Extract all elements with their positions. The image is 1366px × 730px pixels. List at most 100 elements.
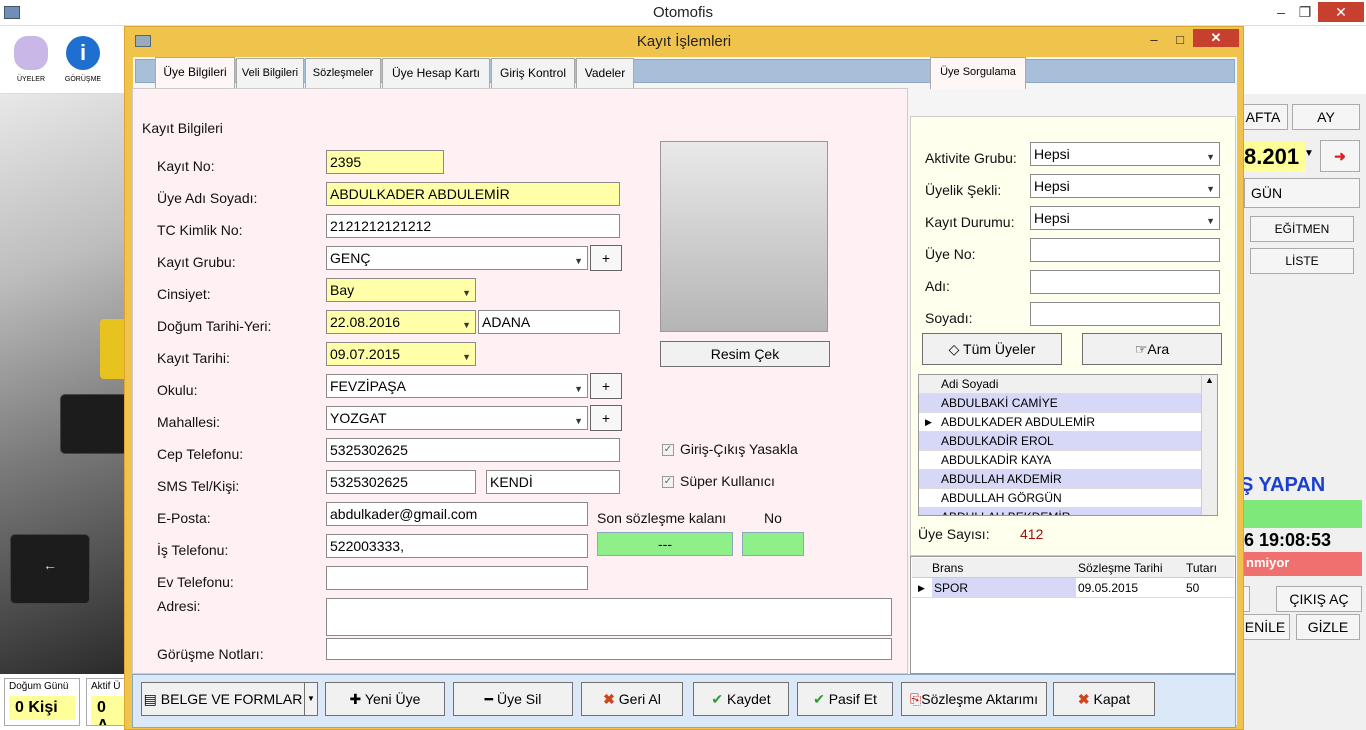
add-mahalle-button[interactable]: + bbox=[590, 405, 622, 431]
cinsiyet-label: Cinsiyet: bbox=[157, 286, 211, 302]
cep-field[interactable]: 5325302625 bbox=[326, 438, 620, 462]
list-item[interactable]: ABDULBAKİ CAMİYE bbox=[919, 394, 1217, 413]
date-dropdown-icon[interactable]: ▼ bbox=[1304, 148, 1314, 159]
tab-uye-hesap-karti[interactable]: Üye Hesap Kartı bbox=[382, 58, 490, 88]
dogum-tarihi-select[interactable]: 22.08.2016 bbox=[326, 310, 476, 334]
no-label: No bbox=[764, 510, 782, 526]
app-titlebar: Otomofis – ❐ ✕ bbox=[0, 0, 1366, 26]
cikis-ac-button[interactable]: ÇIKIŞ AÇ bbox=[1276, 586, 1362, 612]
next-arrow-button[interactable]: ➜ bbox=[1320, 140, 1360, 172]
pasif-et-button[interactable]: ✔ Pasif Et bbox=[797, 682, 893, 716]
ara-button[interactable]: ☞Ara bbox=[1082, 333, 1222, 365]
tum-uyeler-label: Tüm Üyeler bbox=[963, 341, 1036, 357]
kapat-button[interactable]: ✖ Kapat bbox=[1053, 682, 1155, 716]
aktivite-label: Aktivite Grubu: bbox=[925, 150, 1017, 166]
restore-icon[interactable]: ❐ bbox=[1292, 2, 1318, 22]
gorusme-button[interactable]: i GÖRÜŞME bbox=[58, 32, 108, 92]
uye-sil-label: Üye Sil bbox=[496, 691, 542, 707]
adi-field[interactable] bbox=[1030, 270, 1220, 294]
kayit-grubu-select[interactable]: GENÇ bbox=[326, 246, 588, 270]
eposta-field[interactable]: abdulkader@gmail.com bbox=[326, 502, 588, 526]
yeni-uye-button[interactable]: ✚ Yeni Üye bbox=[325, 682, 445, 716]
giris-cikis-checkbox[interactable]: ✓ bbox=[662, 444, 674, 456]
uye-sil-button[interactable]: ━ Üye Sil bbox=[453, 682, 573, 716]
tum-uyeler-button[interactable]: ◇ Tüm Üyeler bbox=[922, 333, 1062, 365]
kayit-tarihi-select[interactable]: 09.07.2015 bbox=[326, 342, 476, 366]
add-grup-button[interactable]: + bbox=[590, 245, 622, 271]
yenile-button[interactable]: ENİLE bbox=[1240, 614, 1290, 640]
uyeler-button[interactable]: ÜYELER bbox=[6, 32, 56, 92]
list-item[interactable]: ABDULKADİR KAYA bbox=[919, 451, 1217, 470]
uye-no-field[interactable] bbox=[1030, 238, 1220, 262]
minimize-icon[interactable]: – bbox=[1268, 2, 1294, 22]
tab-vadeler[interactable]: Vadeler bbox=[576, 58, 634, 88]
tab-giris-kontrol[interactable]: Giriş Kontrol bbox=[491, 58, 575, 88]
pasif-et-label: Pasif Et bbox=[828, 691, 877, 707]
mahalle-select[interactable]: YOZGAT bbox=[326, 406, 588, 430]
kayit-durumu-select[interactable]: Hepsi bbox=[1030, 206, 1220, 230]
list-item[interactable]: ABDULLAH BEKDEMİR bbox=[919, 508, 1217, 515]
tab-sozlesmeler[interactable]: Sözleşmeler bbox=[305, 58, 381, 88]
dogum-gunu-value: 0 Kişi bbox=[9, 696, 75, 720]
belge-formlar-button[interactable]: ▤ BELGE VE FORMLAR bbox=[141, 682, 305, 716]
dialog-maximize-icon[interactable]: □ bbox=[1167, 31, 1193, 49]
add-okul-button[interactable]: + bbox=[590, 373, 622, 399]
geri-al-button[interactable]: ✖ Geri Al bbox=[581, 682, 683, 716]
list-item-selected[interactable]: ▶ ABDULKADER ABDULEMİR bbox=[919, 413, 1217, 432]
grid-scrollbar[interactable]: ▲ bbox=[1201, 375, 1217, 515]
background-photo: ← bbox=[0, 94, 130, 674]
aktivite-select[interactable]: Hepsi bbox=[1030, 142, 1220, 166]
gun-button[interactable]: GÜN bbox=[1244, 178, 1360, 208]
okulu-select[interactable]: FEVZİPAŞA bbox=[326, 374, 588, 398]
soyadi-field[interactable] bbox=[1030, 302, 1220, 326]
list-item[interactable]: ABDULLAH AKDEMİR bbox=[919, 470, 1217, 489]
dogum-gunu-label: Doğum Günü bbox=[9, 681, 69, 692]
clock-display: 6 19:08:53 bbox=[1244, 530, 1332, 550]
list-item-label: ABDULKADER ABDULEMİR bbox=[941, 415, 1096, 429]
uye-sayisi-value: 412 bbox=[1020, 526, 1044, 542]
adres-label: Adresi: bbox=[157, 598, 201, 614]
super-kullanici-checkbox[interactable]: ✓ bbox=[662, 476, 674, 488]
hafta-button[interactable]: AFTA bbox=[1238, 104, 1288, 130]
info-icon: i bbox=[66, 36, 100, 70]
tab-uye-bilgileri[interactable]: Üye Bilgileri bbox=[155, 57, 235, 89]
dogum-yeri-field[interactable]: ADANA bbox=[478, 310, 620, 334]
resim-cek-button[interactable]: Resim Çek bbox=[660, 341, 830, 367]
sozlesme-aktarimi-button[interactable]: ⎘Sözleşme Aktarımı bbox=[901, 682, 1047, 716]
liste-button[interactable]: LİSTE bbox=[1250, 248, 1354, 274]
document-icon: ▤ bbox=[143, 691, 157, 707]
gorusme-notlari-field[interactable] bbox=[326, 638, 892, 660]
kayit-tarihi-label: Kayıt Tarihi: bbox=[157, 350, 230, 366]
kaydet-label: Kaydet bbox=[727, 691, 771, 707]
egitmen-button[interactable]: EĞİTMEN bbox=[1250, 216, 1354, 242]
ev-telefonu-field[interactable] bbox=[326, 566, 588, 590]
sms-kisi-field[interactable]: KENDİ bbox=[486, 470, 620, 494]
tab-uye-sorgulama[interactable]: Üye Sorgulama bbox=[930, 57, 1026, 89]
uye-list-grid: Adi Soyadi ABDULBAKİ CAMİYE ▶ ABDULKADER … bbox=[918, 374, 1218, 516]
tc-field[interactable]: 2121212121212 bbox=[326, 214, 620, 238]
is-telefonu-field[interactable]: 522003333, bbox=[326, 534, 588, 558]
uyelik-select[interactable]: Hepsi bbox=[1030, 174, 1220, 198]
adres-field[interactable] bbox=[326, 598, 892, 636]
list-item[interactable]: ABDULKADİR EROL bbox=[919, 432, 1217, 451]
kaydet-button[interactable]: ✔ Kaydet bbox=[693, 682, 789, 716]
cinsiyet-select[interactable]: Bay bbox=[326, 278, 476, 302]
sms-field[interactable]: 5325302625 bbox=[326, 470, 476, 494]
dialog-minimize-icon[interactable]: – bbox=[1141, 31, 1167, 49]
gizle-button[interactable]: GİZLE bbox=[1296, 614, 1360, 640]
kayit-no-field[interactable]: 2395 bbox=[326, 150, 444, 174]
mahalle-label: Mahallesi: bbox=[157, 414, 221, 430]
belge-label: BELGE VE FORMLAR bbox=[160, 691, 303, 707]
col-tutari: Tutarı bbox=[1186, 561, 1217, 575]
grid-header: Adi Soyadi bbox=[919, 375, 1217, 394]
ay-button[interactable]: AY bbox=[1292, 104, 1360, 130]
table-row[interactable]: ▶ SPOR 09.05.2015 50 bbox=[912, 578, 1234, 598]
super-kullanici-label: Süper Kullanıcı bbox=[680, 473, 775, 489]
ad-soyad-label: Üye Adı Soyadı: bbox=[157, 190, 258, 206]
ad-soyad-field[interactable]: ABDULKADER ABDULEMİR bbox=[326, 182, 620, 206]
tab-veli-bilgileri[interactable]: Veli Bilgileri bbox=[236, 58, 304, 88]
dialog-close-icon[interactable]: ✕ bbox=[1193, 29, 1239, 47]
list-item[interactable]: ABDULLAH GÖRGÜN bbox=[919, 489, 1217, 508]
belge-dropdown-button[interactable]: ▼ bbox=[304, 682, 318, 716]
close-icon[interactable]: ✕ bbox=[1318, 2, 1364, 22]
